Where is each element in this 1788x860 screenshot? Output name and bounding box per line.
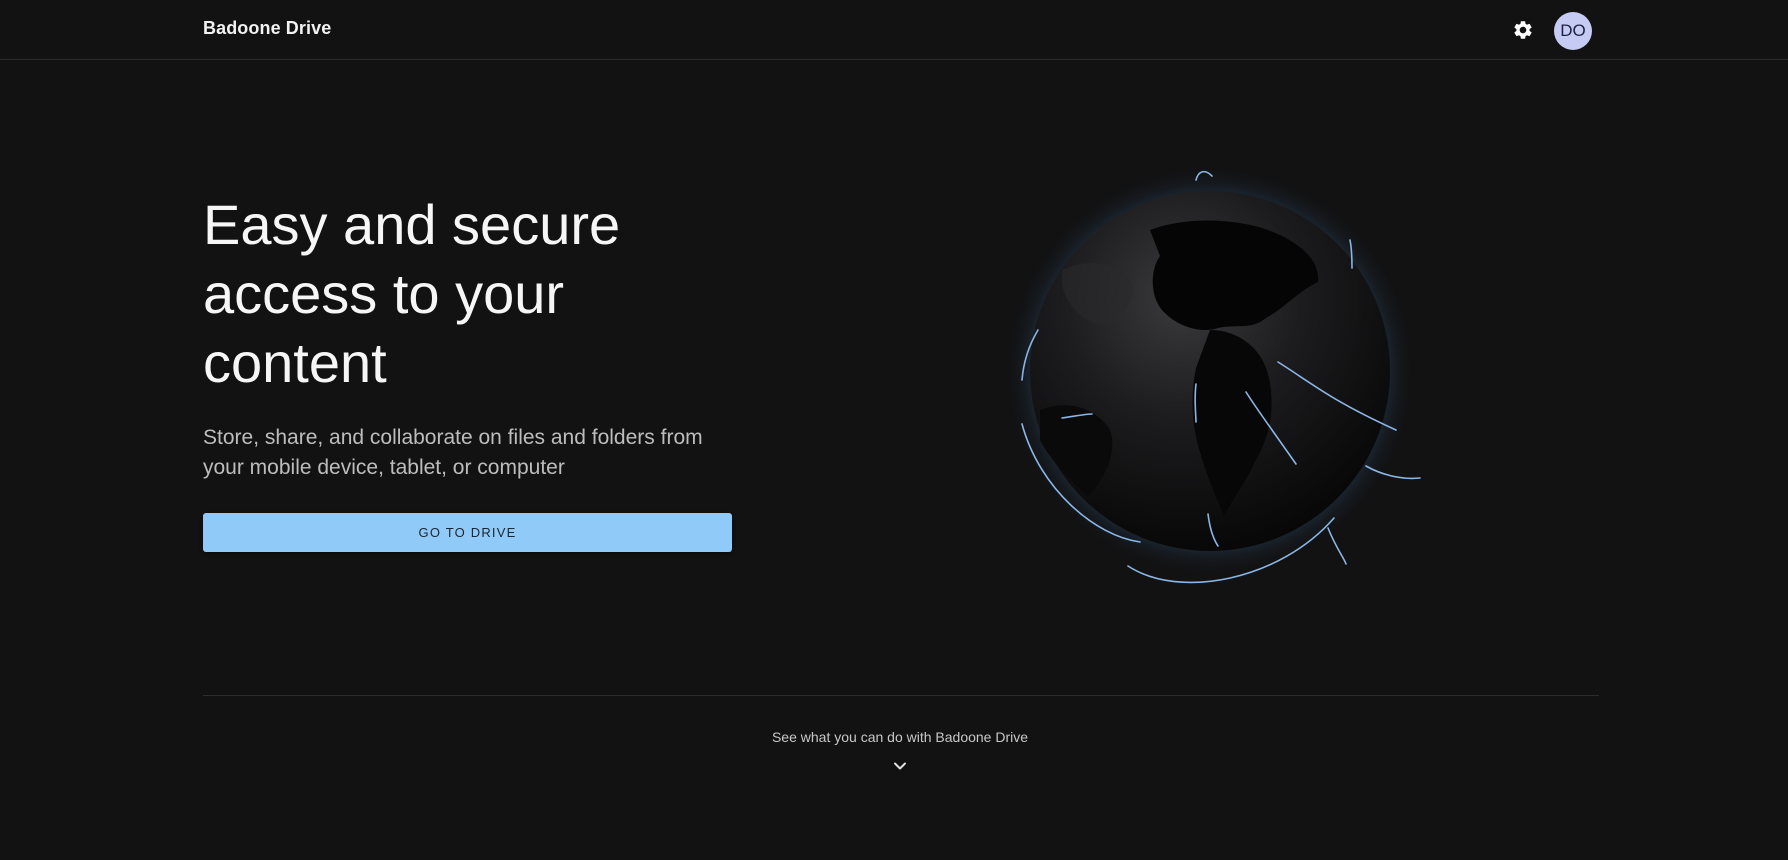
globe-graphic [1005, 166, 1421, 584]
globe-illustration [1000, 160, 1440, 600]
settings-button[interactable] [1511, 18, 1535, 42]
hero-subtitle: Store, share, and collaborate on files a… [203, 426, 703, 479]
chevron-down-icon[interactable] [890, 756, 910, 776]
go-to-drive-button[interactable]: GO TO DRIVE [203, 513, 732, 552]
explore-prompt[interactable]: See what you can do with Badoone Drive [0, 729, 1788, 745]
section-divider [203, 695, 1599, 696]
top-app-bar: Badoone Drive DO [0, 0, 1788, 60]
user-avatar[interactable]: DO [1554, 12, 1592, 50]
hero-title: Easy and secure access to your content [203, 193, 621, 394]
gear-icon [1514, 21, 1532, 39]
app-title: Badoone Drive [203, 18, 332, 38]
